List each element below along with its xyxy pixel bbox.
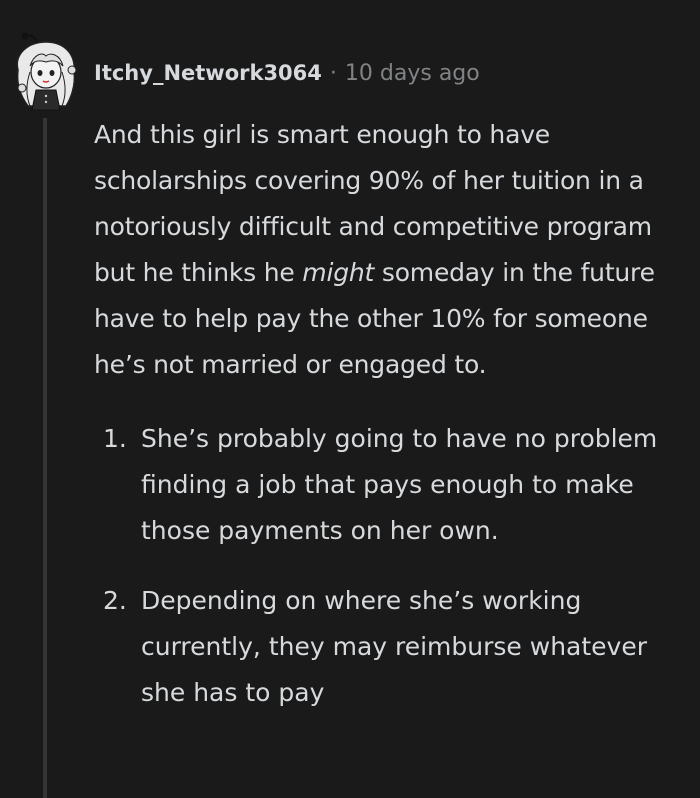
meta-separator: · [329,61,337,86]
list-item-number: 1. [103,424,127,453]
comment-paragraph: And this girl is smart enough to have sc… [94,112,684,388]
comment-header: Itchy_Network3064 · 10 days ago [0,30,700,112]
comment-meta: Itchy_Network3064 · 10 days ago [94,58,480,89]
list-item-text: Depending on where she’s working current… [141,586,648,707]
avatar[interactable] [8,30,84,112]
comment-body: And this girl is smart enough to have sc… [94,112,684,740]
thread-collapse-line[interactable] [43,118,47,798]
list-item: 1. She’s probably going to have no probl… [94,416,661,554]
list-item: 2. Depending on where she’s working curr… [94,578,661,716]
avatar-character-icon [16,32,77,111]
list-item-number: 2. [103,586,127,615]
ordered-list: 1. She’s probably going to have no probl… [94,416,684,716]
list-item-text: She’s probably going to have no problem … [141,424,658,545]
username-link[interactable]: Itchy_Network3064 [94,61,322,85]
comment: Itchy_Network3064 · 10 days ago And this g… [0,0,700,798]
timestamp[interactable]: 10 days ago [345,61,480,86]
emphasized-word: might [302,258,375,287]
